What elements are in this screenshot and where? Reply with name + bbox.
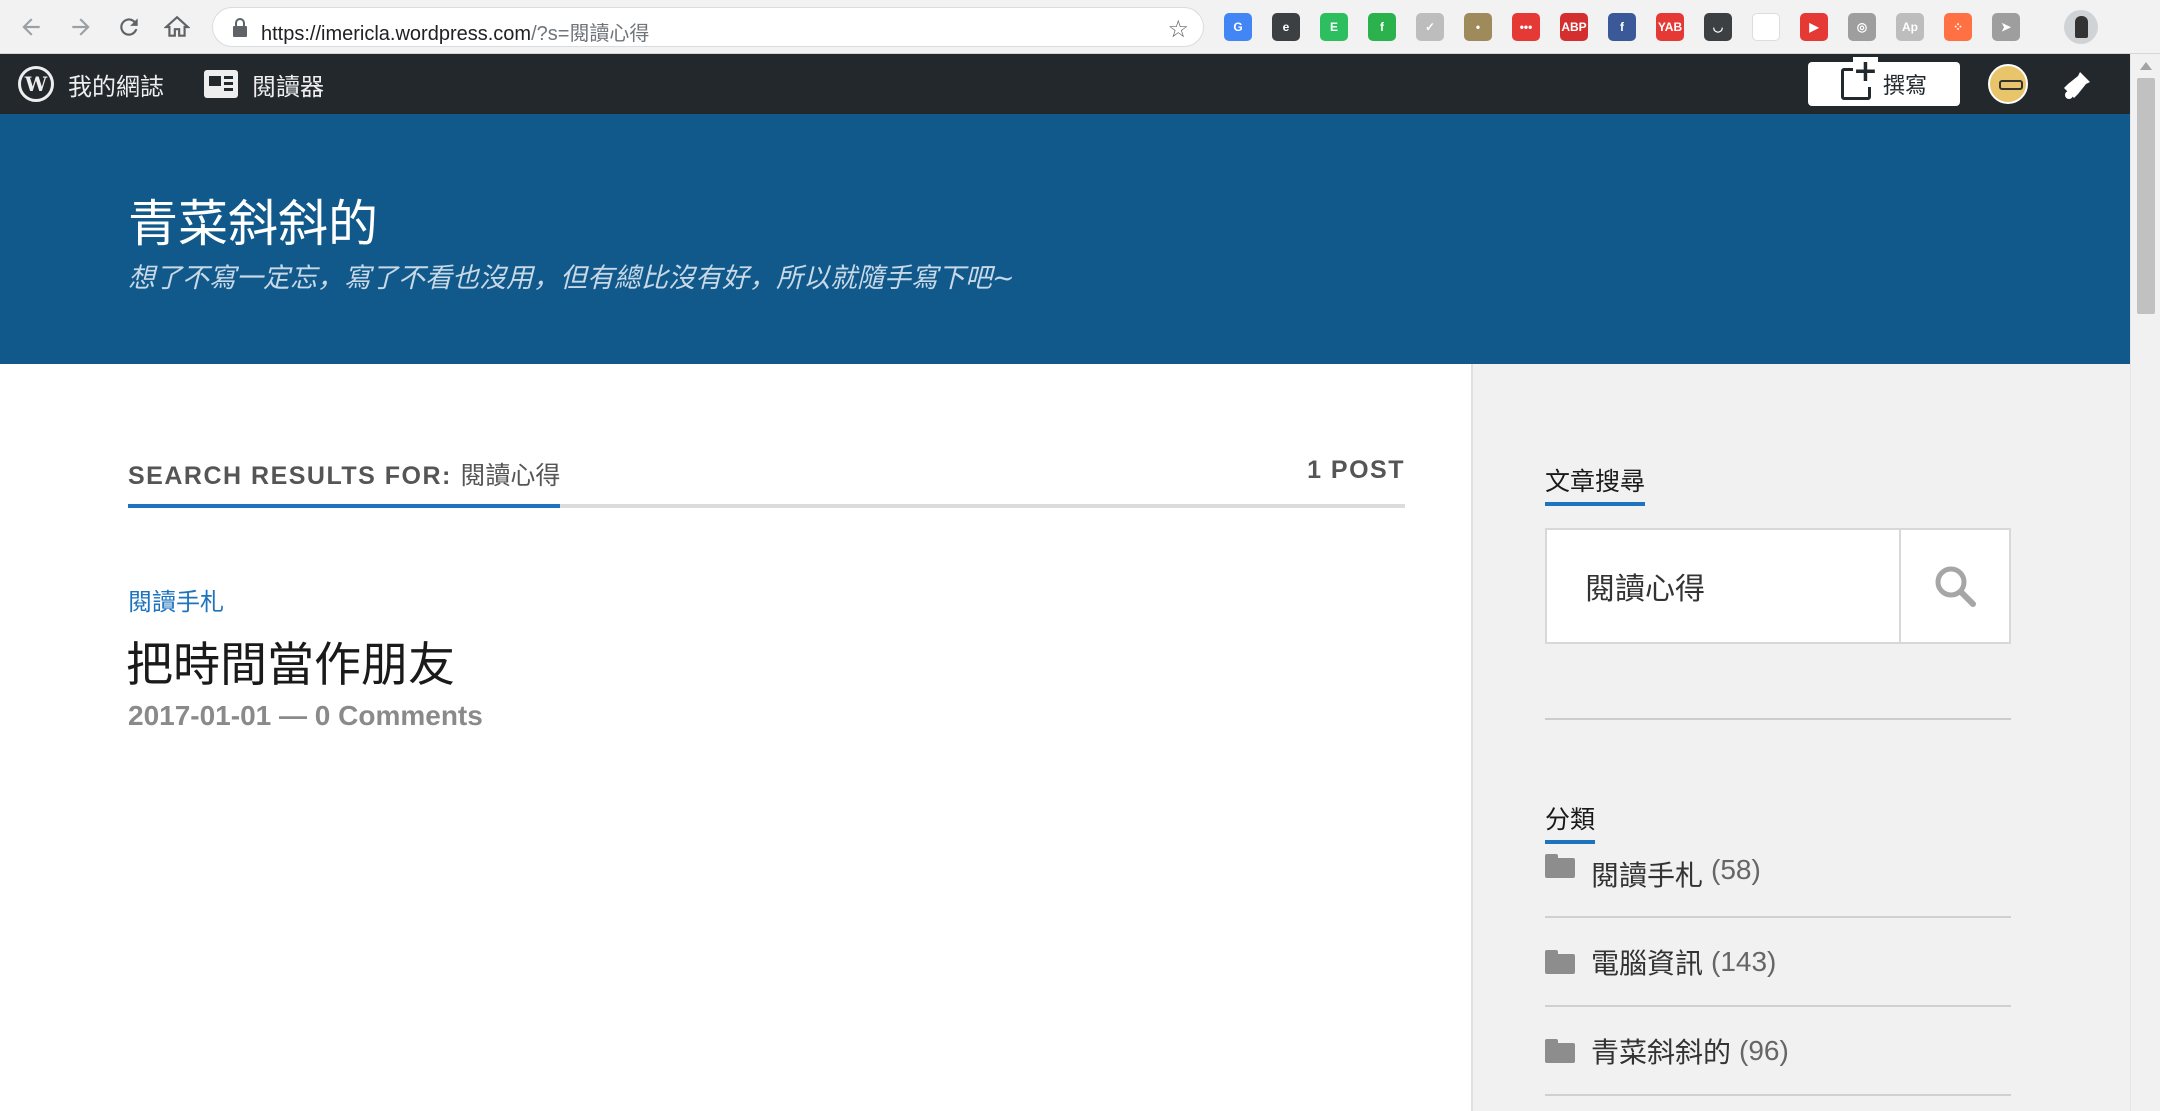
address-bar[interactable]: https://imericla.wordpress.com/?s=閱讀心得 ☆ (212, 7, 1204, 47)
google-translate-icon[interactable]: G (1224, 13, 1252, 41)
category-count: (96) (1739, 1034, 1789, 1066)
category-count: (58) (1711, 854, 1761, 885)
category-item: 閱讀手札 (58) (1545, 854, 2011, 918)
wp-admin-bar: W 我的網誌 閱讀器 撰寫 (0, 54, 2130, 114)
my-site-label: 我的網誌 (68, 72, 164, 101)
adblock-plus-icon[interactable]: ABP (1560, 13, 1588, 41)
main-content: SEARCH RESULTS FOR: 閱讀心得 1 POST 閱讀手札 把時間… (0, 364, 1471, 1111)
bookmark-star-icon[interactable]: ☆ (1167, 15, 1189, 43)
user-avatar[interactable] (1988, 64, 2028, 104)
reader-icon (204, 70, 238, 98)
site-title[interactable]: 青菜斜斜的 (128, 184, 378, 256)
category-link[interactable]: 電腦資訊 (1591, 942, 1703, 982)
arrow-left-icon (22, 18, 40, 36)
post-title-link[interactable]: 把時間當作朋友 (126, 626, 455, 695)
screenshot-icon[interactable]: ◎ (1848, 13, 1876, 41)
facebook-icon[interactable]: f (1608, 13, 1636, 41)
search-button[interactable] (1899, 530, 2009, 642)
category-item: 青菜斜斜的 (96) (1545, 1007, 2011, 1096)
checkmark-icon[interactable]: ✓ (1416, 13, 1444, 41)
home-button[interactable] (160, 10, 194, 44)
category-count: (143) (1711, 945, 1777, 977)
youtube-icon[interactable]: ▶ (1800, 13, 1828, 41)
sidebar: 文章搜尋 分類 閱讀手札(58)電腦資訊(143)青菜斜斜的(96) (1471, 364, 2130, 1111)
site-description: 想了不寫一定忘，寫了不看也沒用，但有總比沒有好，所以就隨手寫下吧~ (128, 263, 1015, 294)
search-icon (1935, 566, 1976, 607)
profile-avatar[interactable] (2064, 10, 2098, 44)
extensions-bar: Ge Ef ✓ • ••• ABP f YAB ◡ ▶ ◎ Ap ⁘ ➤ (1224, 12, 2020, 42)
pocket-icon[interactable]: ◡ (1704, 13, 1732, 41)
search-results-prefix: SEARCH RESULTS FOR: (128, 462, 452, 490)
forward-button[interactable] (64, 10, 98, 44)
write-label: 撰寫 (1882, 74, 1927, 99)
write-button[interactable]: 撰寫 (1808, 57, 1960, 106)
evernote-icon[interactable]: E (1320, 13, 1348, 41)
category-item: 電腦資訊 (143) (1545, 918, 2011, 1007)
category-list: 閱讀手札 (58) 電腦資訊 (143) 青菜斜斜的 (96) (1545, 854, 2011, 1096)
post-meta[interactable]: 2017-01-01 — 0 Comments (128, 700, 483, 732)
search-widget-title: 文章搜尋 (1545, 462, 1646, 506)
widget-divider (1545, 718, 2011, 720)
post-category-link[interactable]: 閱讀手札 (128, 582, 224, 617)
site-header: 青菜斜斜的 想了不寫一定忘，寫了不看也沒用，但有總比沒有好，所以就隨手寫下吧~ (0, 114, 2130, 364)
feedly-icon[interactable]: f (1368, 13, 1396, 41)
extension-icon[interactable]: • (1464, 13, 1492, 41)
url-path: /?s=閱讀心得 (531, 23, 650, 45)
yab-icon[interactable]: YAB (1656, 13, 1684, 41)
e-extension-icon[interactable]: e (1272, 13, 1300, 41)
ap-extension-icon[interactable]: Ap (1896, 13, 1924, 41)
notifications-bell-icon[interactable] (2060, 68, 2094, 102)
categories-widget-title: 分類 (1545, 800, 1596, 844)
my-site-menu[interactable]: W 我的網誌 (18, 54, 164, 114)
scrollbar-thumb[interactable] (2137, 78, 2155, 314)
reader-label: 閱讀器 (252, 72, 324, 101)
folder-icon (1545, 854, 1575, 878)
page-scrollbar[interactable] (2130, 54, 2160, 1111)
search-results-query: 閱讀心得 (460, 461, 561, 490)
search-form (1545, 528, 2011, 644)
reload-icon (120, 18, 138, 36)
reader-menu[interactable]: 閱讀器 (204, 54, 324, 114)
wordpress-logo-icon: W (18, 66, 54, 102)
browser-toolbar: https://imericla.wordpress.com/?s=閱讀心得 ☆… (0, 0, 2160, 54)
search-results-count: 1 POST (1307, 456, 1405, 484)
search-input[interactable] (1547, 530, 1899, 642)
folder-icon (1545, 1038, 1575, 1063)
url-text: https://imericla.wordpress.com/?s=閱讀心得 (261, 17, 649, 46)
new-post-icon (1840, 57, 1878, 100)
lock-icon (233, 18, 247, 37)
category-link[interactable]: 青菜斜斜的 (1591, 1031, 1731, 1071)
scroll-up-arrow-icon[interactable] (2140, 62, 2152, 70)
back-button[interactable] (14, 10, 48, 44)
url-host: https://imericla.wordpress.com (261, 23, 532, 45)
cursor-extension-icon[interactable]: ➤ (1992, 13, 2020, 41)
blank-extension-icon[interactable] (1752, 13, 1780, 41)
arrow-right-icon (72, 18, 90, 36)
search-results-header: SEARCH RESULTS FOR: 閱讀心得 1 POST (128, 456, 1405, 508)
home-icon (164, 15, 190, 37)
dots-extension-icon[interactable]: ••• (1512, 13, 1540, 41)
search-results-title: SEARCH RESULTS FOR: 閱讀心得 (128, 456, 561, 508)
folder-icon (1545, 949, 1575, 974)
dots-orange-icon[interactable]: ⁘ (1944, 13, 1972, 41)
reload-button[interactable] (112, 10, 146, 44)
category-link[interactable]: 閱讀手札 (1591, 854, 1703, 894)
